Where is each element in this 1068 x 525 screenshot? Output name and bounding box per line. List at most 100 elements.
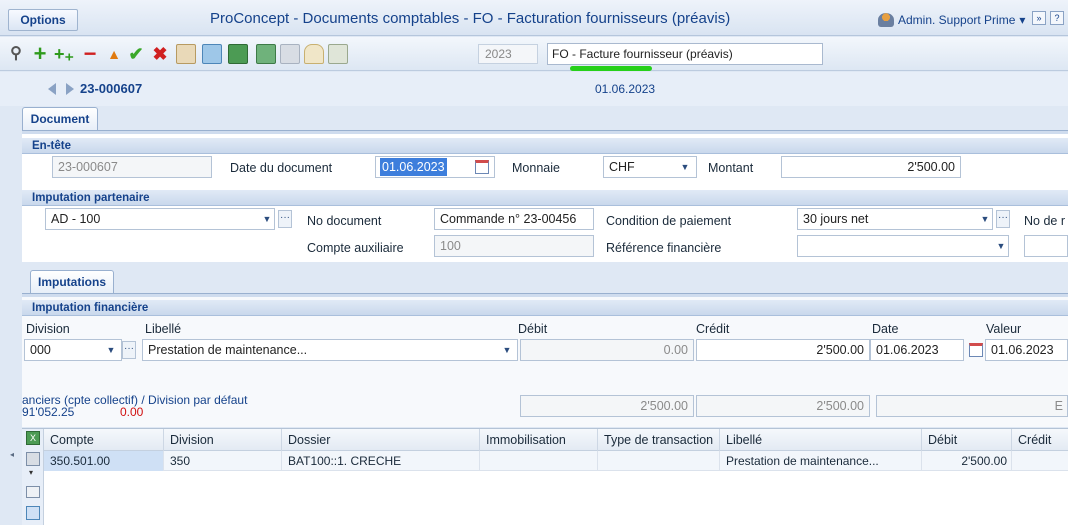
partner-field[interactable]: AD - 100 [45, 208, 275, 230]
currency-label: Monnaie [512, 161, 560, 175]
record-number: 23-000607 [80, 81, 143, 96]
collective-account-diff: 0.00 [120, 405, 144, 419]
aux-account-field: 100 [434, 235, 594, 257]
grid-col-debit[interactable]: Débit [922, 429, 1012, 451]
cell-compte[interactable]: 350.501.00 [44, 451, 164, 471]
cell-debit[interactable]: 2'500.00 [922, 451, 1012, 471]
col-debit-label: Débit [518, 322, 548, 336]
grid-col-type-transaction[interactable]: Type de transaction [598, 429, 720, 451]
lock-icon[interactable] [304, 44, 324, 64]
chevron-down-icon[interactable]: ▼ [994, 237, 1008, 255]
form-view-icon[interactable] [26, 486, 40, 498]
record-date: 01.06.2023 [595, 82, 656, 96]
add-multiple-icon[interactable]: +₊ [54, 44, 74, 64]
ref-no-field[interactable] [1024, 235, 1068, 257]
valeur-field[interactable]: 01.06.2023 [985, 339, 1068, 361]
cancel-icon[interactable]: ✖ [150, 44, 170, 64]
grid-col-division[interactable]: Division [164, 429, 282, 451]
doc-no-field[interactable]: Commande n° 23-00456 [434, 208, 594, 230]
col-division-label: Division [26, 322, 70, 336]
amount-field[interactable]: 2'500.00 [781, 156, 961, 178]
excel-icon[interactable]: X [26, 431, 40, 445]
financial-reference-field[interactable] [797, 235, 1009, 257]
save-icon[interactable] [26, 452, 40, 466]
excel-icon[interactable] [228, 44, 248, 64]
next-record-icon[interactable] [66, 83, 74, 95]
chevron-down-icon[interactable]: ▼ [500, 341, 514, 359]
cell-dossier[interactable]: BAT100::1. CRECHE [282, 451, 480, 471]
grid-col-libelle[interactable]: Libellé [720, 429, 922, 451]
date-field[interactable]: 01.06.2023 [870, 339, 964, 361]
cell-libelle[interactable]: Prestation de maintenance... [720, 451, 922, 471]
record-navigation [0, 72, 1068, 106]
col-date-label: Date [872, 322, 899, 336]
grid-col-compte[interactable]: Compte [44, 429, 164, 451]
validate-icon[interactable]: ✔ [126, 44, 146, 64]
tab-document[interactable]: Document [22, 107, 98, 131]
partner-section-title: Imputation partenaire [22, 190, 1068, 206]
delete-icon[interactable]: − [80, 43, 100, 65]
document-type-field[interactable]: FO - Facture fournisseur (préavis) [547, 43, 823, 65]
ellipsis-icon[interactable]: ··· [996, 210, 1010, 228]
card-icon[interactable] [280, 44, 300, 64]
calendar-icon[interactable] [475, 160, 489, 174]
collapse-icon[interactable]: » [1032, 11, 1046, 25]
financial-section-title: Imputation financière [22, 300, 1068, 316]
cell-division[interactable]: 350 [164, 451, 282, 471]
payment-condition-label: Condition de paiement [606, 214, 732, 228]
libelle-field[interactable]: Prestation de maintenance... [142, 339, 518, 361]
tab-imputations[interactable]: Imputations [30, 270, 114, 294]
add-icon[interactable]: + [30, 43, 50, 65]
financial-reference-label: Référence financière [606, 241, 722, 255]
col-libelle-label: Libellé [145, 322, 182, 336]
chevron-down-icon[interactable]: ▼ [260, 210, 274, 228]
balance-button[interactable]: E [876, 395, 1068, 417]
collapse-left-icon[interactable]: ◂ [10, 450, 16, 459]
document-icon[interactable] [328, 44, 348, 64]
ellipsis-icon[interactable]: ··· [278, 210, 292, 228]
ref-no-label: No de r [1024, 214, 1065, 228]
previous-record-icon[interactable] [48, 83, 56, 95]
cell-credit[interactable] [1012, 451, 1068, 471]
col-valeur-label: Valeur [986, 322, 1022, 336]
chevron-down-icon: ▾ [1019, 13, 1026, 27]
col-credit-label: Crédit [696, 322, 730, 336]
debit-field: 0.00 [520, 339, 694, 361]
attachment-icon[interactable]: ⚲ [6, 44, 26, 64]
total-debit-field: 2'500.00 [520, 395, 694, 417]
credit-field[interactable]: 2'500.00 [696, 339, 870, 361]
payment-condition-field[interactable]: 30 jours net [797, 208, 993, 230]
help-icon[interactable]: ? [1050, 11, 1064, 25]
duplicate-icon[interactable] [176, 44, 196, 64]
total-credit-field: 2'500.00 [696, 395, 870, 417]
ellipsis-icon[interactable]: ··· [122, 341, 136, 359]
grid-col-immobilisation[interactable]: Immobilisation [480, 429, 598, 451]
move-up-icon[interactable]: ▲ [104, 44, 124, 64]
year-field[interactable]: 2023 [478, 44, 538, 64]
calendar-view-icon[interactable] [26, 506, 40, 520]
chevron-down-icon[interactable]: ▾ [29, 468, 37, 477]
grid-col-dossier[interactable]: Dossier [282, 429, 480, 451]
header-section-title: En-tête [22, 138, 1068, 154]
cell-type-transaction[interactable] [598, 451, 720, 471]
cell-immobilisation[interactable] [480, 451, 598, 471]
highlight-underline [570, 66, 652, 71]
export-icon[interactable] [256, 44, 276, 64]
chevron-down-icon[interactable]: ▼ [104, 341, 118, 359]
chevron-down-icon[interactable]: ▼ [978, 210, 992, 228]
user-icon [878, 13, 894, 27]
excel-active-icon[interactable] [202, 44, 222, 64]
grid-header: Compte Division Dossier Immobilisation T… [44, 429, 1068, 451]
options-button[interactable]: Options [8, 9, 78, 31]
user-name: Admin. Support Prime [898, 13, 1016, 27]
calendar-icon[interactable] [969, 343, 983, 357]
grid-col-credit[interactable]: Crédit [1012, 429, 1068, 451]
aux-account-label: Compte auxiliaire [307, 241, 404, 255]
amount-label: Montant [708, 161, 754, 175]
user-menu[interactable]: Admin. Support Prime ▾ [878, 12, 1025, 28]
table-row[interactable]: 350.501.00 350 BAT100::1. CRECHE Prestat… [44, 451, 1068, 471]
doc-no-label: No document [307, 214, 382, 228]
document-number-field: 23-000607 [52, 156, 212, 178]
chevron-down-icon[interactable]: ▼ [678, 158, 692, 176]
window-title: ProConcept - Documents comptables - FO -… [210, 10, 731, 27]
